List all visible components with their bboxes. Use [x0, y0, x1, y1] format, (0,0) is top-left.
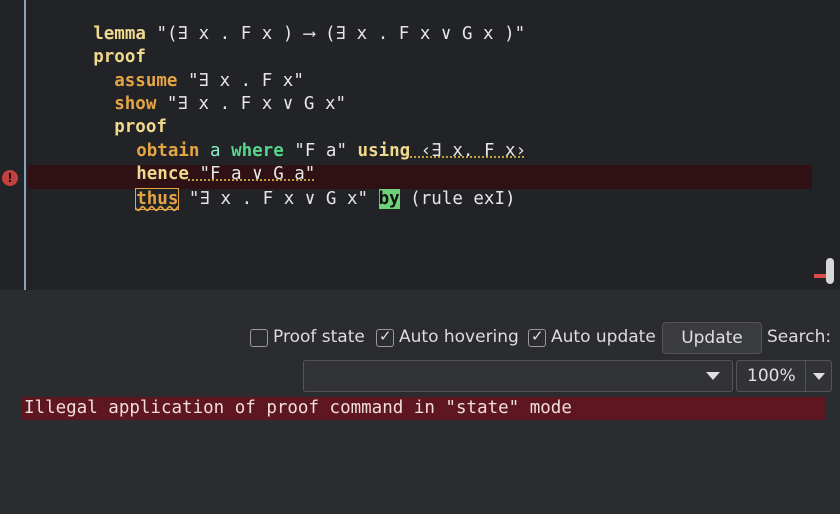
zoom-value[interactable]: 100% [747, 361, 796, 391]
code-line[interactable]: hence "F a ∨ G a" [73, 140, 315, 184]
zoom-divider [805, 361, 806, 391]
auto-hovering-checkbox[interactable] [376, 327, 394, 347]
update-button[interactable]: Update [662, 322, 762, 354]
keyword-using: using [357, 141, 411, 161]
method-text: (rule exI) [399, 189, 516, 209]
code-line[interactable]: proof [51, 93, 167, 137]
chevron-down-icon[interactable] [706, 372, 720, 380]
code-line[interactable]: lemma "(∃ x . F x ) ⟶ (∃ x . F x ∨ G x )… [30, 0, 525, 44]
error-message-text: Illegal application of proof command in … [24, 398, 572, 418]
editor-scrollbar[interactable] [826, 258, 834, 284]
error-message[interactable]: Illegal application of proof command in … [22, 397, 826, 420]
lemma-statement: "(∃ x . F x ) ⟶ (∃ x . F x ∨ G x )" [145, 24, 526, 44]
auto-update-label[interactable]: Auto update [551, 325, 656, 349]
chevron-down-icon[interactable] [813, 373, 825, 380]
editor-gutter [0, 0, 24, 290]
theory-editor[interactable]: ! lemma "(∃ x . F x ) ⟶ (∃ x . F x ∨ G x… [0, 0, 840, 290]
search-combobox[interactable] [303, 360, 733, 392]
using-fact: ‹∃ x. F x› [410, 141, 527, 161]
keyword-thus: thus [135, 188, 180, 210]
keyword-by: by [378, 189, 400, 209]
code-line[interactable]: proof [30, 23, 146, 67]
code-line[interactable]: show "∃ x . F x ∨ G x" [51, 70, 346, 114]
gutter-divider [24, 0, 26, 290]
output-toolbar: Proof state Auto hovering Auto update Up… [0, 290, 840, 398]
code-line[interactable]: obtain a where "F a" using ‹∃ x. F x› [73, 117, 526, 161]
zoom-select[interactable]: 100% [736, 360, 832, 392]
auto-update-checkbox[interactable] [528, 327, 546, 347]
error-icon[interactable]: ! [2, 170, 18, 186]
code-line-error[interactable]: thus "∃ x . F x ∨ G x" by (rule exI) [73, 165, 516, 210]
error-scroll-marker[interactable] [814, 274, 826, 278]
code-line[interactable]: assume "∃ x . F x" [51, 47, 304, 91]
proof-state-checkbox[interactable] [250, 329, 268, 347]
proof-state-label[interactable]: Proof state [273, 325, 365, 349]
show-term: "∃ x . F x ∨ G x" [156, 94, 347, 114]
auto-hovering-label[interactable]: Auto hovering [399, 325, 519, 349]
search-label: Search: [767, 327, 832, 347]
thus-term: "∃ x . F x ∨ G x" [178, 189, 379, 209]
